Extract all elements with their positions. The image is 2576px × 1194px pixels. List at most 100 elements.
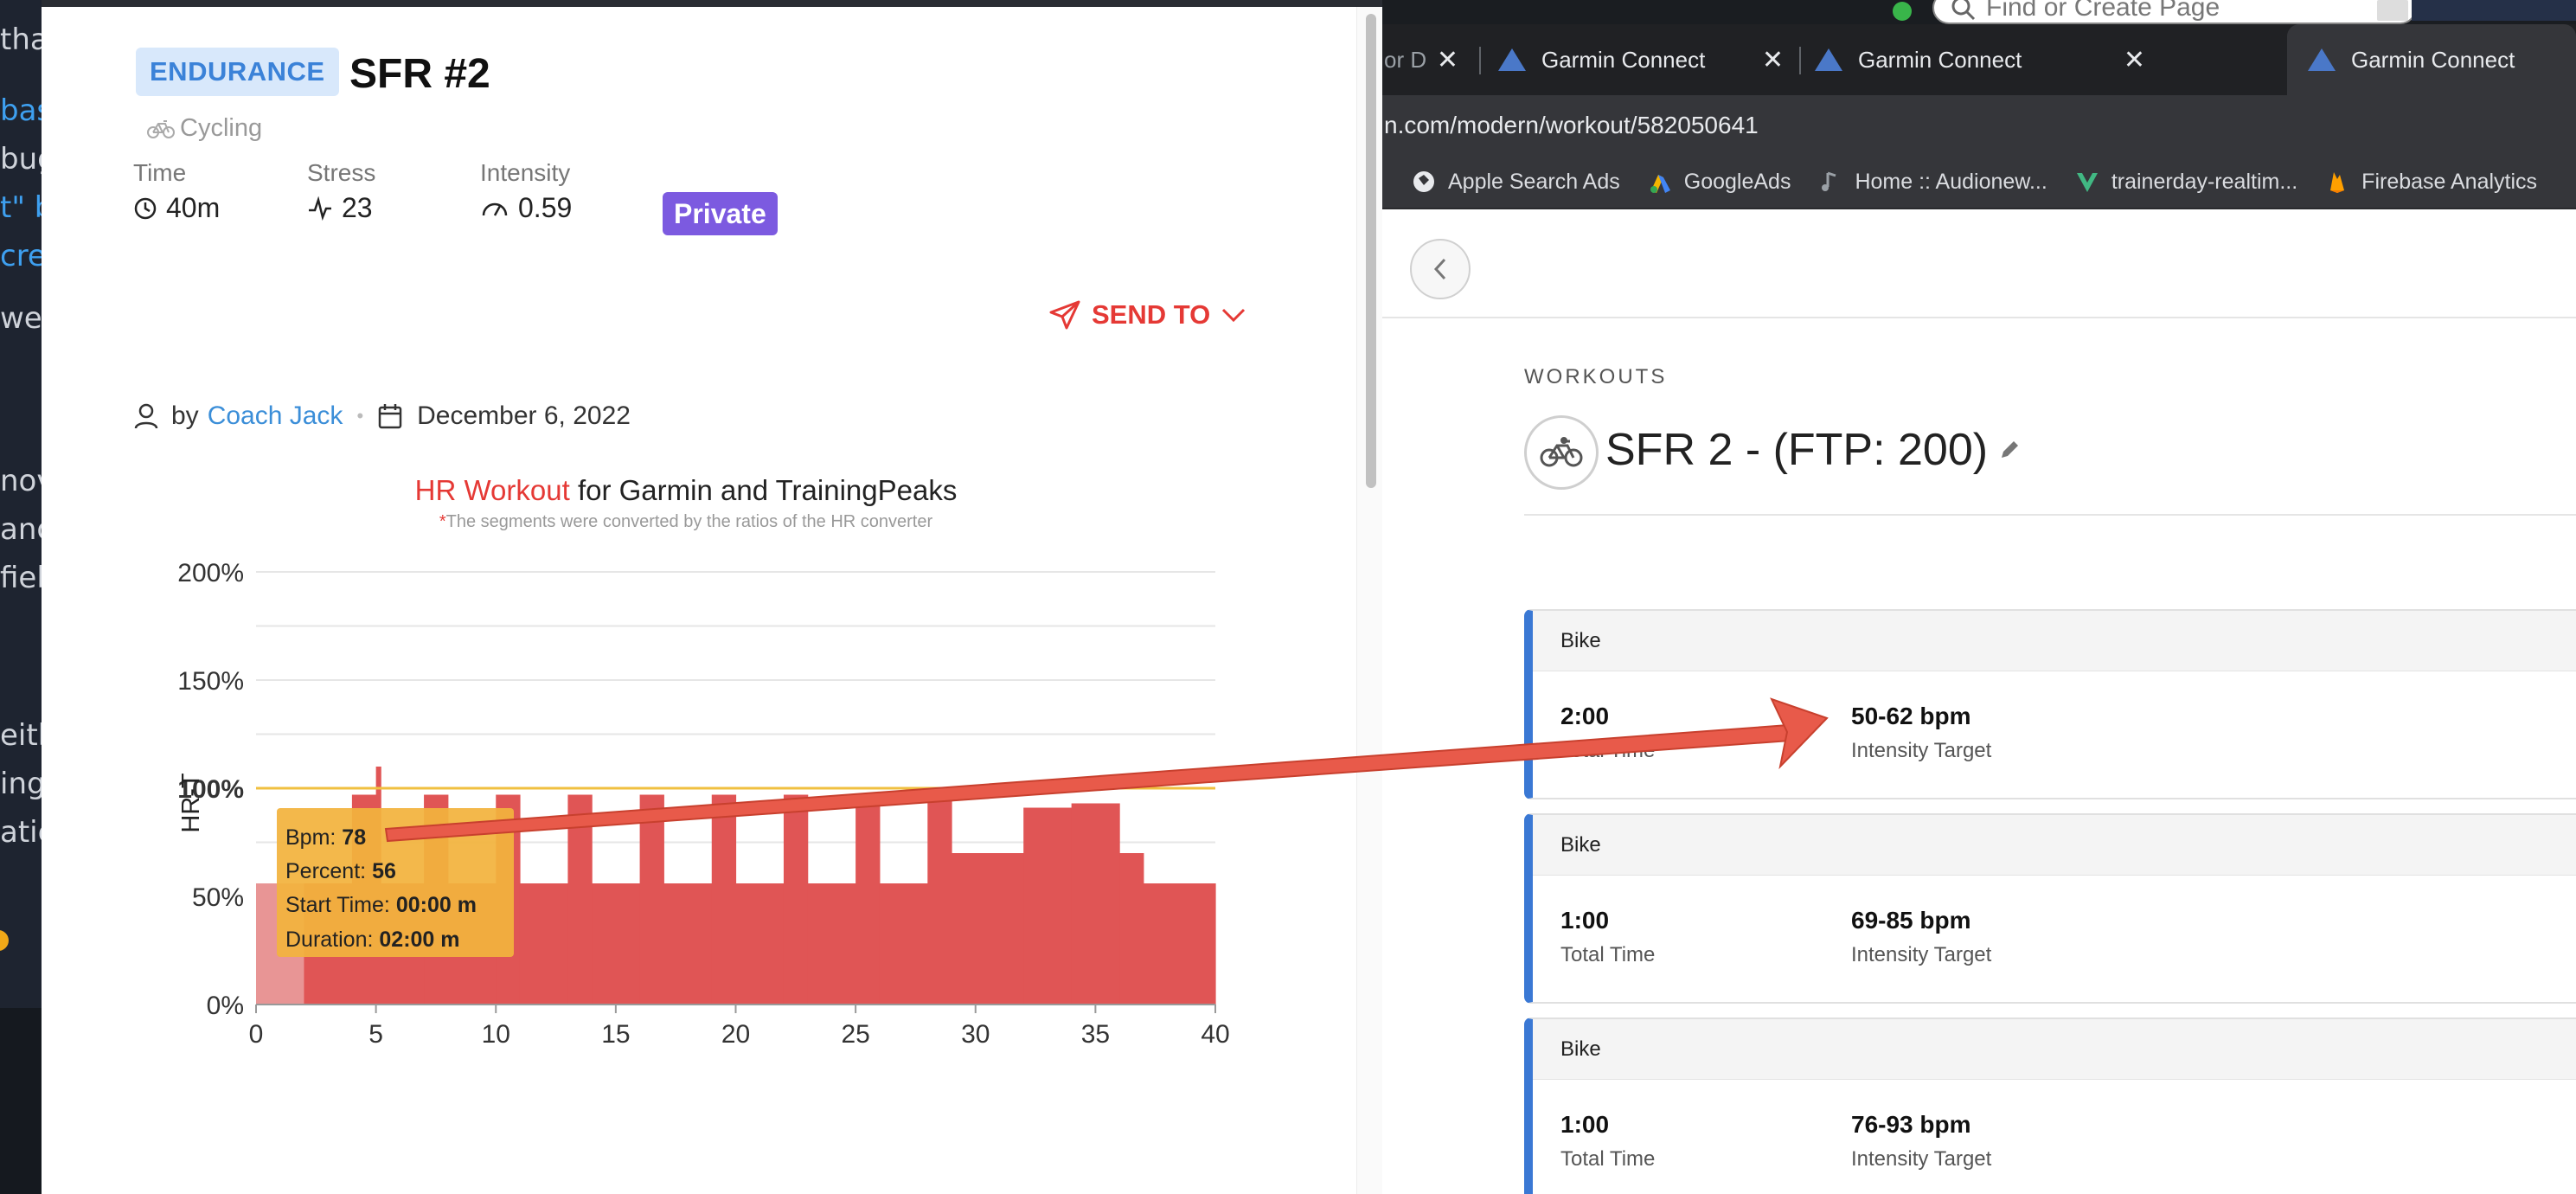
tab-separator [1479, 47, 1481, 74]
editor-text: t" b [0, 190, 42, 225]
google-ads-icon [1650, 175, 1670, 193]
bookmark-label: Firebase Analytics [2361, 169, 2538, 194]
user-icon [134, 403, 158, 429]
address-bar[interactable]: n.com/modern/workout/582050641 [1382, 95, 2576, 156]
chart-bar[interactable] [855, 794, 881, 1005]
workout-step-card[interactable]: Bike 2:00 Total Time 50-62 bpm Intensity… [1524, 609, 2576, 799]
bookmark-googleads[interactable]: GoogleAds [1648, 170, 1791, 195]
cycling-sport-icon [1524, 415, 1599, 490]
chart-bar[interactable] [1071, 803, 1120, 1005]
editor-text: tha [0, 22, 42, 57]
chart-bar[interactable] [639, 794, 664, 1005]
edit-pencil-icon[interactable] [1998, 439, 2021, 461]
privacy-badge: Private [663, 192, 778, 235]
author-link[interactable]: Coach Jack [208, 401, 343, 431]
chart-bar[interactable] [735, 883, 785, 1005]
speedometer-icon [482, 202, 508, 216]
scrollbar-thumb[interactable] [1366, 14, 1376, 488]
garmin-logo-icon [1498, 48, 1526, 71]
step-type: Bike [1533, 1019, 2576, 1080]
url-domain: n.com [1384, 112, 1451, 138]
x-tick-label: 10 [482, 1020, 510, 1049]
back-button[interactable] [1410, 239, 1471, 299]
workout-step-card[interactable]: Bike 1:00 Total Time 69-85 bpm Intensity… [1524, 813, 2576, 1004]
step-type: Bike [1533, 611, 2576, 671]
chart-bar[interactable] [592, 883, 641, 1005]
chart-bar[interactable] [879, 883, 928, 1005]
editor-bottom-panel [0, 1008, 42, 1194]
workout-step-card[interactable]: Bike 1:00 Total Time 76-93 bpm Intensity… [1524, 1017, 2576, 1194]
chart-bar[interactable] [952, 853, 1024, 1005]
stat-time: Time 40m [133, 159, 220, 224]
bookmark-apple-search-ads[interactable]: Apple Search Ads [1412, 170, 1620, 195]
stat-intensity: Intensity 0.59 [480, 159, 572, 224]
firebase-icon [2330, 172, 2345, 193]
svg-text:Duration: 02:00 m: Duration: 02:00 m [285, 928, 460, 952]
browser-tab[interactable]: or D ✕ [1382, 24, 1464, 95]
editor-text: bas [0, 93, 42, 128]
background-editor-strip: tha bas bug t" b cre we nov and fiel eit… [0, 0, 42, 1194]
step-time-label: Total Time [1560, 943, 1656, 966]
chart-bar[interactable] [711, 794, 737, 1005]
chart-bar[interactable] [1143, 883, 1216, 1005]
x-tick-label: 15 [601, 1020, 630, 1049]
music-note-icon [1822, 171, 1836, 191]
x-tick-label: 25 [841, 1020, 869, 1049]
chart-bar[interactable] [519, 883, 569, 1005]
chart-bar[interactable] [1119, 853, 1144, 1005]
chart-bar[interactable] [807, 883, 856, 1005]
close-tab-icon[interactable]: ✕ [1437, 45, 1458, 75]
send-to-button[interactable]: SEND TO [1048, 299, 1246, 331]
window-corner [2412, 0, 2576, 21]
chart-title-rest: for Garmin and TrainingPeaks [569, 474, 958, 506]
bookmark-audionew[interactable]: Home :: Audionew... [1818, 170, 2047, 195]
trainerday-workout-panel: ENDURANCE SFR #2 Cycling Time 40m Stress… [42, 7, 1382, 1194]
y-axis-label: HR-T [177, 773, 205, 833]
chart-bar[interactable] [927, 794, 952, 1005]
stat-value: 23 [342, 192, 373, 223]
tooltip-duration-label: Duration: [285, 928, 379, 952]
editor-text: bug [0, 142, 42, 177]
chart-title: HR Workout for Garmin and TrainingPeaks [42, 474, 1330, 507]
url-path: /modern/workout/582050641 [1450, 112, 1759, 138]
close-tab-icon[interactable]: ✕ [1762, 45, 1784, 75]
section-label: WORKOUTS [1524, 365, 1668, 388]
bookmark-firebase-analytics[interactable]: Firebase Analytics [2325, 170, 2537, 195]
tab-title: Garmin Connect [2351, 46, 2515, 73]
x-tick-label: 5 [368, 1020, 383, 1049]
chart-note: *The segments were converted by the rati… [42, 512, 1330, 532]
divider [1524, 514, 2576, 516]
bookmark-trainerday-realtime[interactable]: trainerday-realtim... [2075, 170, 2297, 195]
calendar-grid-icon[interactable] [2377, 0, 2408, 21]
find-or-create-input[interactable]: Find or Create Page [1932, 0, 2417, 24]
chart-bar[interactable] [783, 794, 809, 1005]
find-placeholder: Find or Create Page [1986, 0, 2220, 22]
close-tab-icon[interactable]: ✕ [2124, 45, 2145, 75]
separator-dot: • [356, 405, 364, 427]
chart-bar[interactable] [1023, 807, 1073, 1005]
tooltip-duration-value: 02:00 m [379, 928, 459, 952]
chart-bar[interactable] [663, 883, 713, 1005]
y-tick-label: 0% [207, 992, 244, 1020]
hr-workout-chart[interactable]: 0%50%100%150%200%0 5 10 15 20 25 30 35 40 HR-T B… [42, 543, 1356, 1080]
browser-tab-active[interactable]: Garmin Connect [2287, 24, 2576, 95]
step-type: Bike [1533, 815, 2576, 876]
browser-tab[interactable]: Garmin Connect ✕ [1815, 24, 2273, 95]
editor-text: nov [0, 464, 42, 498]
step-target-label: Intensity Target [1851, 1147, 1992, 1171]
garmin-workout-page: WORKOUTS SFR 2 - (FTP: 200) Bike 2:00 To… [1382, 211, 2576, 1194]
x-tick-label: 30 [961, 1020, 990, 1049]
workout-name: SFR 2 - (FTP: 200) [1605, 425, 1989, 475]
tooltip-start-value: 00:00 m [396, 893, 477, 917]
step-target: 76-93 bpm [1851, 1111, 1971, 1138]
chart-bar[interactable] [567, 794, 593, 1005]
y-tick-label: 150% [177, 667, 244, 696]
tooltip-start-label: Start Time: [285, 893, 396, 917]
chart-tooltip: Bpm: 78 Percent: 56 Start Time: 00:00 m … [277, 808, 514, 957]
stat-label: Time [133, 159, 187, 186]
step-time: 2:00 [1560, 703, 1610, 729]
y-tick-label: 200% [177, 559, 244, 587]
browser-tab[interactable]: Garmin Connect ✕ [1498, 24, 1784, 95]
step-time: 1:00 [1560, 1111, 1610, 1138]
clock-icon [134, 197, 157, 219]
